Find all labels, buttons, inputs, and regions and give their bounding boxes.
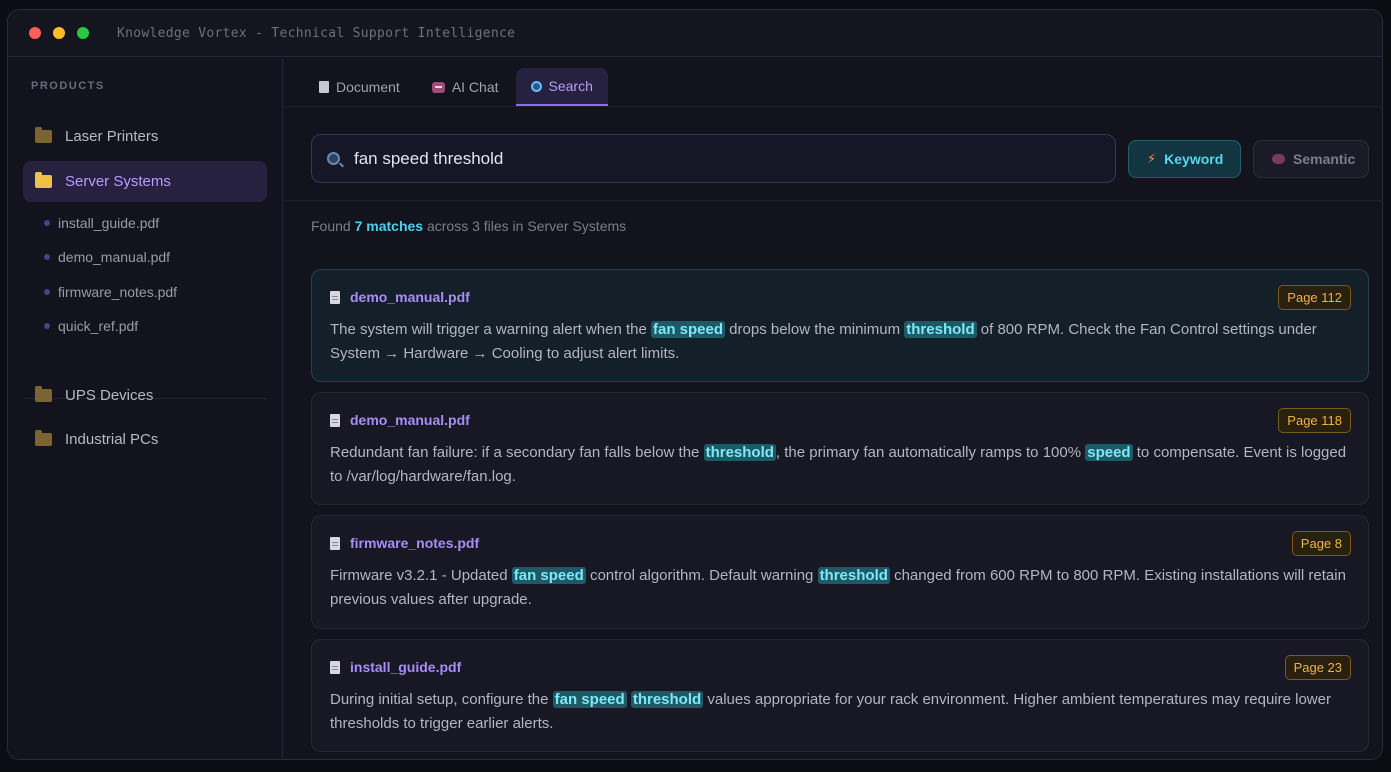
file-item-firmware-notes[interactable]: firmware_notes.pdf (44, 284, 177, 300)
snippet-text: drops below the minimum (725, 321, 905, 338)
result-filename[interactable]: demo_manual.pdf (350, 412, 470, 428)
tab-bar: Document AI Chat Search (304, 68, 610, 106)
file-item-label: demo_manual.pdf (58, 249, 171, 265)
search-box (311, 134, 1116, 183)
highlighted-term: fan speed (511, 567, 586, 584)
robot-icon (431, 81, 445, 93)
result-header: firmware_notes.pdf (330, 535, 479, 551)
result-header: demo_manual.pdf (330, 412, 470, 428)
keyword-mode-button[interactable]: ⚡ Keyword (1128, 140, 1241, 178)
page-badge[interactable]: Page 118 (1278, 408, 1351, 433)
file-icon (330, 290, 340, 304)
sidebar: PRODUCTS Laser Printers Server Systems i… (8, 58, 283, 759)
snippet-text: During initial setup, configure the (330, 691, 553, 708)
result-filename[interactable]: firmware_notes.pdf (350, 535, 479, 551)
highlighted-term: threshold (904, 321, 977, 338)
magnifier-icon (530, 80, 542, 92)
keyword-mode-label: Keyword (1164, 151, 1224, 167)
folder-icon (35, 386, 52, 402)
highlighted-term: fan speed (552, 691, 627, 708)
file-icon (330, 660, 340, 674)
bullet-icon (44, 289, 50, 295)
sidebar-item-label: Industrial PCs (65, 431, 159, 448)
summary-prefix: Found (311, 218, 351, 234)
snippet-text: control algorithm. Default warning (585, 567, 818, 584)
sidebar-item-industrial-pcs[interactable]: Industrial PCs (23, 419, 267, 460)
search-result[interactable]: install_guide.pdf Page 23 During initial… (311, 639, 1369, 752)
sidebar-item-label: Server Systems (65, 173, 171, 190)
tab-label: Document (336, 79, 400, 95)
file-item-quick-ref[interactable]: quick_ref.pdf (44, 318, 138, 334)
sidebar-item-laser-printers[interactable]: Laser Printers (23, 116, 267, 157)
result-filename[interactable]: demo_manual.pdf (350, 289, 470, 305)
lightning-icon: ⚡ (1147, 151, 1157, 166)
tab-label: AI Chat (451, 79, 499, 95)
result-header: demo_manual.pdf (330, 289, 470, 305)
minimize-window-button[interactable] (53, 27, 65, 39)
search-result[interactable]: demo_manual.pdf Page 112 The system will… (311, 269, 1369, 382)
snippet-text: The system will trigger a warning alert … (330, 321, 651, 338)
highlighted-term: fan speed (650, 321, 726, 338)
result-snippet: Redundant fan failure: if a secondary fa… (330, 441, 1350, 489)
tab-label: Search (548, 78, 593, 94)
search-result[interactable]: demo_manual.pdf Page 118 Redundant fan f… (311, 392, 1369, 505)
bullet-icon (44, 323, 50, 329)
folder-icon (35, 430, 52, 446)
sidebar-item-ups-devices[interactable]: UPS Devices (23, 375, 267, 416)
app-window: Knowledge Vortex - Technical Support Int… (7, 9, 1383, 760)
file-item-label: firmware_notes.pdf (58, 284, 178, 300)
summary-suffix: across 3 files in Server Systems (426, 218, 627, 234)
results-summary: Found 7 matches across 3 files in Server… (311, 218, 626, 234)
semantic-mode-button[interactable]: Semantic (1253, 140, 1369, 178)
file-icon (330, 413, 340, 427)
snippet-text: Firmware v3.2.1 - Updated (330, 567, 512, 584)
sidebar-heading: PRODUCTS (31, 80, 105, 92)
page-badge[interactable]: Page 112 (1278, 285, 1351, 310)
window-title: Knowledge Vortex - Technical Support Int… (117, 25, 516, 41)
result-header: install_guide.pdf (330, 659, 461, 675)
result-snippet: The system will trigger a warning alert … (330, 318, 1350, 366)
result-snippet: During initial setup, configure the fan … (330, 688, 1350, 736)
brain-icon (1272, 154, 1285, 164)
tab-ai-chat[interactable]: AI Chat (417, 68, 514, 106)
maximize-window-button[interactable] (77, 27, 89, 39)
title-bar: Knowledge Vortex - Technical Support Int… (8, 10, 1382, 57)
result-snippet: Firmware v3.2.1 - Updated fan speed cont… (330, 564, 1350, 612)
search-input[interactable] (354, 148, 1054, 169)
file-item-label: quick_ref.pdf (58, 318, 139, 334)
tab-document[interactable]: Document (304, 68, 415, 106)
file-item-install-guide[interactable]: install_guide.pdf (44, 215, 159, 231)
sidebar-item-label: UPS Devices (65, 387, 154, 404)
bullet-icon (44, 254, 50, 260)
tab-search[interactable]: Search (515, 68, 608, 106)
highlighted-term: threshold (817, 567, 890, 584)
search-toolbar: ⚡ Keyword Semantic (284, 106, 1382, 201)
page-badge[interactable]: Page 8 (1291, 531, 1351, 556)
file-icon (330, 536, 340, 550)
folder-icon (35, 127, 52, 143)
document-icon (319, 81, 329, 93)
bullet-icon (44, 220, 50, 226)
file-item-label: install_guide.pdf (58, 215, 160, 231)
highlighted-term: speed (1085, 444, 1133, 461)
page-badge[interactable]: Page 23 (1284, 655, 1351, 680)
main-panel: Document AI Chat Search ⚡ Keyword (284, 58, 1382, 759)
highlighted-term: threshold (630, 691, 704, 708)
result-filename[interactable]: install_guide.pdf (350, 659, 461, 675)
search-result[interactable]: firmware_notes.pdf Page 8 Firmware v3.2.… (311, 515, 1369, 629)
search-icon (327, 152, 340, 165)
snippet-text: Redundant fan failure: if a secondary fa… (330, 444, 704, 461)
match-count: 7 matches (354, 218, 424, 234)
snippet-text: , the primary fan automatically ramps to… (775, 444, 1086, 461)
sidebar-item-label: Laser Printers (65, 128, 159, 145)
file-item-demo-manual[interactable]: demo_manual.pdf (44, 249, 170, 265)
folder-open-icon (35, 172, 52, 188)
sidebar-item-server-systems[interactable]: Server Systems (23, 161, 267, 202)
close-window-button[interactable] (29, 27, 41, 39)
semantic-mode-label: Semantic (1293, 151, 1356, 167)
highlighted-term: threshold (703, 444, 776, 461)
